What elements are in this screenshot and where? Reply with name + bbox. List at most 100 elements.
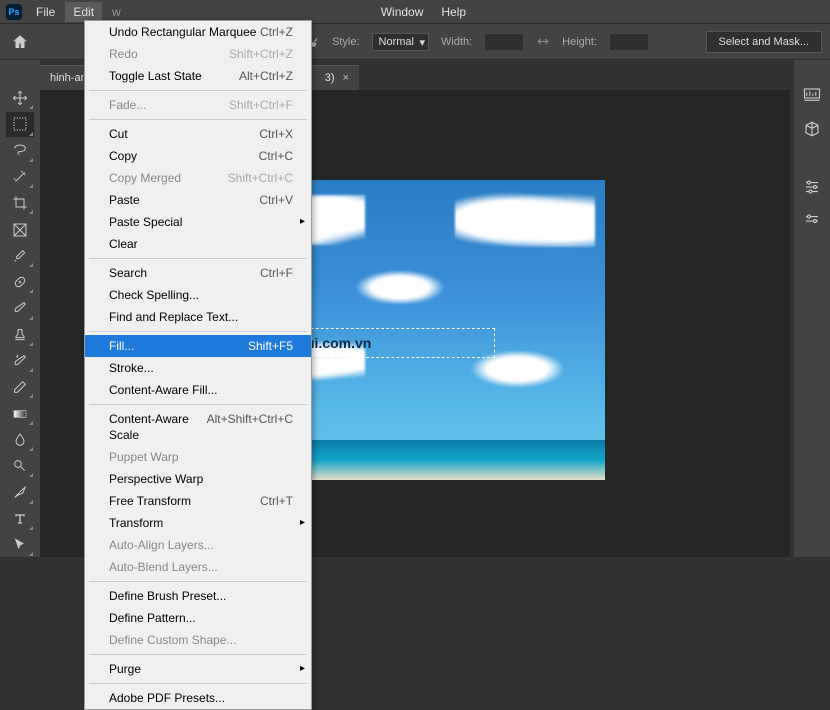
menu-item-label: Cut bbox=[109, 126, 128, 142]
menu-item-perspective-warp[interactable]: Perspective Warp bbox=[85, 468, 311, 490]
menu-item-cut[interactable]: Cut Ctrl+X bbox=[85, 123, 311, 145]
menu-item-label: Undo Rectangular Marquee bbox=[109, 24, 256, 40]
menu-item-purge[interactable]: Purge bbox=[85, 658, 311, 680]
menu-item-label: Free Transform bbox=[109, 493, 191, 509]
blur-tool[interactable] bbox=[6, 428, 34, 452]
menu-item-puppet-warp: Puppet Warp bbox=[85, 446, 311, 468]
menu-item-paste[interactable]: PasteCtrl+V bbox=[85, 189, 311, 211]
width-label: Width: bbox=[441, 36, 472, 48]
wand-tool[interactable] bbox=[6, 165, 34, 189]
height-input[interactable] bbox=[609, 33, 649, 51]
menu-separator bbox=[89, 404, 307, 405]
menu-item-auto-blend-layers: Auto-Blend Layers... bbox=[85, 556, 311, 578]
menu-item-label: Auto-Align Layers... bbox=[109, 537, 214, 553]
menu-item-label: Purge bbox=[109, 661, 141, 677]
menu-file[interactable]: File bbox=[28, 2, 63, 22]
menu-hidden: w bbox=[104, 2, 129, 22]
panel-histogram-icon[interactable] bbox=[800, 84, 824, 106]
menu-item-content-aware-scale[interactable]: Content-Aware ScaleAlt+Shift+Ctrl+C bbox=[85, 408, 311, 446]
cloud-shape bbox=[355, 270, 445, 305]
gradient-tool[interactable] bbox=[6, 401, 34, 425]
toolbar bbox=[0, 60, 40, 557]
menu-item-transform[interactable]: Transform bbox=[85, 512, 311, 534]
menu-item-check-spelling[interactable]: Check Spelling... bbox=[85, 284, 311, 306]
menu-item-paste-special[interactable]: Paste Special bbox=[85, 211, 311, 233]
panel-adjustments-icon[interactable] bbox=[800, 176, 824, 198]
menu-item-label: Content-Aware Scale bbox=[109, 411, 207, 443]
crop-tool[interactable] bbox=[6, 191, 34, 215]
menu-item-label: Paste bbox=[109, 192, 140, 208]
menu-item-label: Paste Special bbox=[109, 214, 182, 230]
menu-item-label: Copy bbox=[109, 148, 137, 164]
edit-menu-dropdown: Undo Rectangular MarqueeCtrl+Z Redo Shift+… bbox=[84, 20, 312, 710]
menu-item-label: Transform bbox=[109, 515, 163, 531]
menu-item-undo-rectangular-marquee[interactable]: Undo Rectangular MarqueeCtrl+Z bbox=[85, 21, 311, 43]
move-tool[interactable] bbox=[6, 86, 34, 110]
height-label: Height: bbox=[562, 36, 597, 48]
width-input[interactable] bbox=[484, 33, 524, 51]
lasso-tool[interactable] bbox=[6, 139, 34, 163]
marquee-tool[interactable] bbox=[6, 112, 34, 136]
home-button[interactable] bbox=[8, 30, 32, 54]
eyedropper-tool[interactable] bbox=[6, 244, 34, 268]
menu-item-shortcut: Ctrl+C bbox=[259, 148, 293, 164]
menu-item-define-custom-shape: Define Custom Shape... bbox=[85, 629, 311, 651]
menu-item-shortcut: Shift+Ctrl+Z bbox=[229, 46, 293, 62]
dodge-tool[interactable] bbox=[6, 454, 34, 478]
menu-item-label: Adobe PDF Presets... bbox=[109, 690, 225, 706]
menu-item-label: Define Brush Preset... bbox=[109, 588, 226, 604]
menu-item-label: Stroke... bbox=[109, 360, 154, 376]
tab-name: hinh-an bbox=[50, 72, 87, 84]
menu-item-define-brush-preset[interactable]: Define Brush Preset... bbox=[85, 585, 311, 607]
panel-layers-icon[interactable] bbox=[800, 210, 824, 232]
brush-tool[interactable] bbox=[6, 296, 34, 320]
menu-item-auto-align-layers: Auto-Align Layers... bbox=[85, 534, 311, 556]
menu-item-label: Fill... bbox=[109, 338, 134, 354]
menu-help[interactable]: Help bbox=[433, 2, 474, 22]
panel-3d-icon[interactable] bbox=[800, 118, 824, 140]
menu-edit[interactable]: Edit bbox=[65, 2, 102, 22]
menu-item-copy[interactable]: Copy Ctrl+C bbox=[85, 145, 311, 167]
menu-item-shortcut: Ctrl+X bbox=[259, 126, 293, 142]
menu-item-copy-merged: Copy MergedShift+Ctrl+C bbox=[85, 167, 311, 189]
menu-item-label: Search bbox=[109, 265, 147, 281]
eraser-tool[interactable] bbox=[6, 375, 34, 399]
swap-icon[interactable] bbox=[536, 35, 550, 49]
menu-item-find-and-replace-text[interactable]: Find and Replace Text... bbox=[85, 306, 311, 328]
pen-tool[interactable] bbox=[6, 480, 34, 504]
menu-item-define-pattern[interactable]: Define Pattern... bbox=[85, 607, 311, 629]
menu-window[interactable]: Window bbox=[373, 2, 432, 22]
menu-item-label: Content-Aware Fill... bbox=[109, 382, 218, 398]
path-tool[interactable] bbox=[6, 533, 34, 557]
style-label: Style: bbox=[332, 36, 360, 48]
select-and-mask-button[interactable]: Select and Mask... bbox=[706, 31, 823, 53]
style-select[interactable]: Normal ▾ bbox=[372, 33, 429, 51]
type-tool[interactable] bbox=[6, 507, 34, 531]
menu-item-label: Define Custom Shape... bbox=[109, 632, 236, 648]
menu-item-search[interactable]: Search Ctrl+F bbox=[85, 262, 311, 284]
menu-item-shortcut: Shift+Ctrl+F bbox=[229, 97, 293, 113]
app-logo: Ps bbox=[6, 4, 22, 20]
cloud-shape bbox=[455, 192, 595, 247]
menu-item-label: Perspective Warp bbox=[109, 471, 203, 487]
menu-item-clear[interactable]: Clear bbox=[85, 233, 311, 255]
menu-item-label: Toggle Last State bbox=[109, 68, 202, 84]
menu-item-shortcut: Ctrl+T bbox=[260, 493, 293, 509]
menu-item-shortcut: Ctrl+F bbox=[260, 265, 293, 281]
frame-tool[interactable] bbox=[6, 217, 34, 241]
menu-item-label: Fade... bbox=[109, 97, 146, 113]
right-panel bbox=[794, 60, 830, 557]
menu-item-label: Redo bbox=[109, 46, 138, 62]
history-brush-tool[interactable] bbox=[6, 349, 34, 373]
menu-item-free-transform[interactable]: Free Transform Ctrl+T bbox=[85, 490, 311, 512]
menu-item-adobe-pdf-presets[interactable]: Adobe PDF Presets... bbox=[85, 687, 311, 709]
healing-tool[interactable] bbox=[6, 270, 34, 294]
menu-item-toggle-last-state[interactable]: Toggle Last StateAlt+Ctrl+Z bbox=[85, 65, 311, 87]
menu-item-content-aware-fill[interactable]: Content-Aware Fill... bbox=[85, 379, 311, 401]
menu-separator bbox=[89, 683, 307, 684]
menu-item-fill[interactable]: Fill...Shift+F5 bbox=[85, 335, 311, 357]
close-icon[interactable]: × bbox=[342, 72, 348, 84]
menu-item-stroke[interactable]: Stroke... bbox=[85, 357, 311, 379]
menu-item-label: Find and Replace Text... bbox=[109, 309, 238, 325]
stamp-tool[interactable] bbox=[6, 323, 34, 347]
